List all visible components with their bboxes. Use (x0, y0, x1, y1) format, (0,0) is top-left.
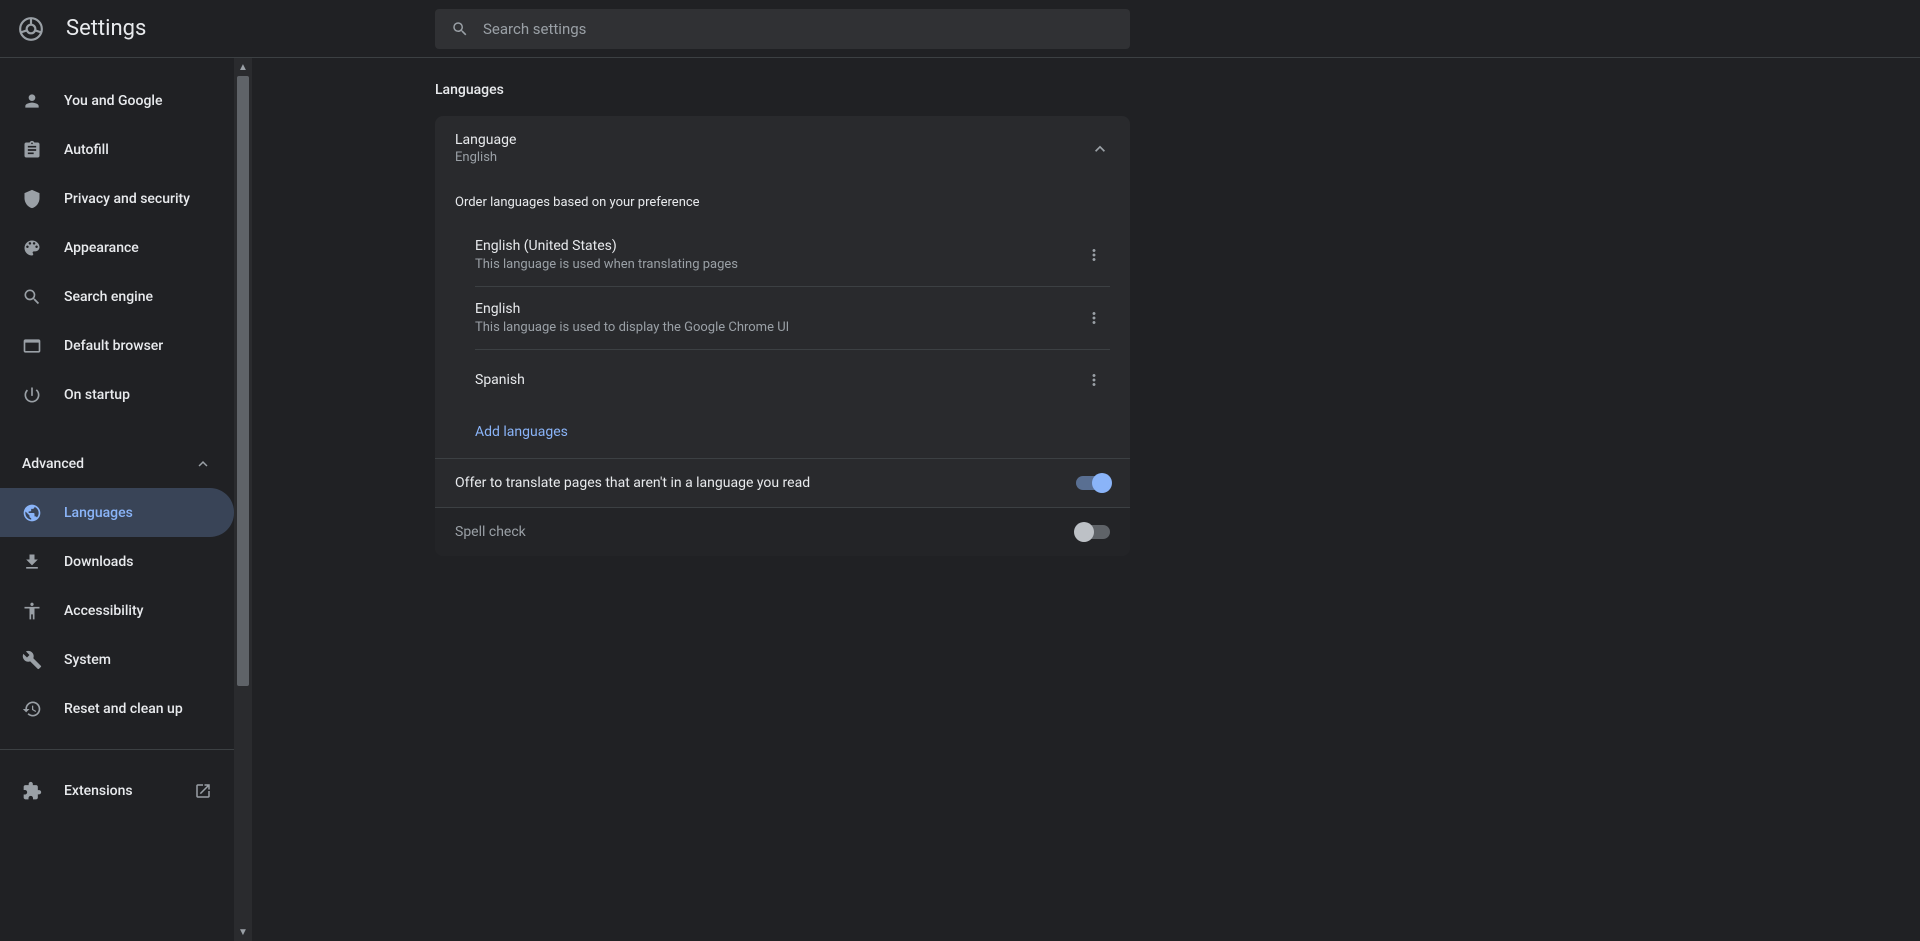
search-box[interactable] (435, 9, 1130, 49)
language-section-header[interactable]: Language English (435, 116, 1130, 181)
languages-card: Language English Order languages based o… (435, 116, 1130, 556)
page-title: Languages (435, 82, 1130, 98)
translate-toggle-label: Offer to translate pages that aren't in … (455, 475, 810, 491)
wrench-icon (22, 650, 42, 670)
language-section-subtitle: English (455, 150, 516, 165)
restore-icon (22, 699, 42, 719)
toggle-knob-icon (1092, 473, 1112, 493)
extension-icon (22, 781, 42, 801)
chrome-icon (18, 16, 44, 42)
sidebar-item-label: Appearance (64, 240, 139, 256)
sidebar-item-autofill[interactable]: Autofill (0, 125, 234, 174)
assignment-icon (22, 140, 42, 160)
sidebar-item-label: Downloads (64, 554, 133, 570)
advanced-label: Advanced (22, 456, 84, 472)
search-input[interactable] (483, 20, 1114, 38)
power-icon (22, 385, 42, 405)
main-content: Languages Language English Order languag… (252, 58, 1920, 941)
download-icon (22, 552, 42, 572)
sidebar-item-privacy[interactable]: Privacy and security (0, 174, 234, 223)
header-title: Settings (66, 16, 146, 41)
sidebar: You and Google Autofill Privacy and secu… (0, 58, 234, 941)
sidebar-item-label: System (64, 652, 111, 668)
language-list: English (United States) This language is… (435, 224, 1130, 410)
sidebar-item-languages[interactable]: Languages (0, 488, 234, 537)
language-more-button[interactable] (1078, 239, 1110, 271)
external-link-icon (194, 782, 212, 800)
language-name: Spanish (475, 372, 525, 388)
sidebar-item-on-startup[interactable]: On startup (0, 370, 234, 419)
sidebar-item-you-and-google[interactable]: You and Google (0, 76, 234, 125)
sidebar-item-label: On startup (64, 387, 130, 403)
sidebar-item-reset[interactable]: Reset and clean up (0, 684, 234, 733)
more-vert-icon (1085, 309, 1103, 327)
browser-icon (22, 336, 42, 356)
language-desc: This language is used to display the Goo… (475, 320, 789, 335)
app-header: Settings (0, 0, 1920, 58)
sidebar-item-search-engine[interactable]: Search engine (0, 272, 234, 321)
search-icon (22, 287, 42, 307)
language-row: English This language is used to display… (475, 287, 1110, 350)
language-desc: This language is used when translating p… (475, 257, 738, 272)
sidebar-item-label: Reset and clean up (64, 701, 183, 717)
scroll-up-arrow-icon[interactable]: ▲ (234, 58, 252, 76)
sidebar-item-default-browser[interactable]: Default browser (0, 321, 234, 370)
sidebar-item-label: Privacy and security (64, 191, 190, 207)
palette-icon (22, 238, 42, 258)
globe-icon (22, 503, 42, 523)
advanced-section-toggle[interactable]: Advanced (0, 439, 234, 488)
scrollbar-thumb[interactable] (237, 76, 249, 686)
language-section-title: Language (455, 132, 516, 148)
sidebar-item-label: Accessibility (64, 603, 143, 619)
translate-toggle[interactable] (1076, 476, 1110, 490)
chevron-up-icon (194, 455, 212, 473)
spellcheck-toggle-row: Spell check (435, 507, 1130, 556)
sidebar-item-label: Autofill (64, 142, 109, 158)
sidebar-item-label: Default browser (64, 338, 163, 354)
more-vert-icon (1085, 246, 1103, 264)
accessibility-icon (22, 601, 42, 621)
sidebar-item-label: Search engine (64, 289, 153, 305)
sidebar-scrollbar[interactable]: ▲ ▼ (234, 58, 252, 941)
sidebar-item-label: You and Google (64, 93, 162, 109)
language-row: English (United States) This language is… (475, 224, 1110, 287)
chevron-up-icon (1090, 139, 1110, 159)
order-preference-text: Order languages based on your preference (435, 181, 1130, 224)
sidebar-item-label: Extensions (64, 783, 133, 799)
language-more-button[interactable] (1078, 302, 1110, 334)
spellcheck-toggle-label: Spell check (455, 524, 526, 540)
sidebar-item-appearance[interactable]: Appearance (0, 223, 234, 272)
sidebar-item-accessibility[interactable]: Accessibility (0, 586, 234, 635)
more-vert-icon (1085, 371, 1103, 389)
sidebar-item-downloads[interactable]: Downloads (0, 537, 234, 586)
sidebar-separator (0, 749, 234, 750)
shield-icon (22, 189, 42, 209)
language-more-button[interactable] (1078, 364, 1110, 396)
scroll-down-arrow-icon[interactable]: ▼ (234, 923, 252, 941)
translate-toggle-row: Offer to translate pages that aren't in … (435, 458, 1130, 507)
sidebar-item-extensions[interactable]: Extensions (0, 766, 234, 815)
sidebar-item-label: Languages (64, 505, 133, 521)
spellcheck-toggle[interactable] (1076, 525, 1110, 539)
person-icon (22, 91, 42, 111)
search-icon (451, 20, 469, 38)
language-row: Spanish (475, 350, 1110, 410)
language-name: English (United States) (475, 238, 738, 254)
sidebar-item-system[interactable]: System (0, 635, 234, 684)
language-name: English (475, 301, 789, 317)
add-languages-button[interactable]: Add languages (435, 410, 1130, 458)
